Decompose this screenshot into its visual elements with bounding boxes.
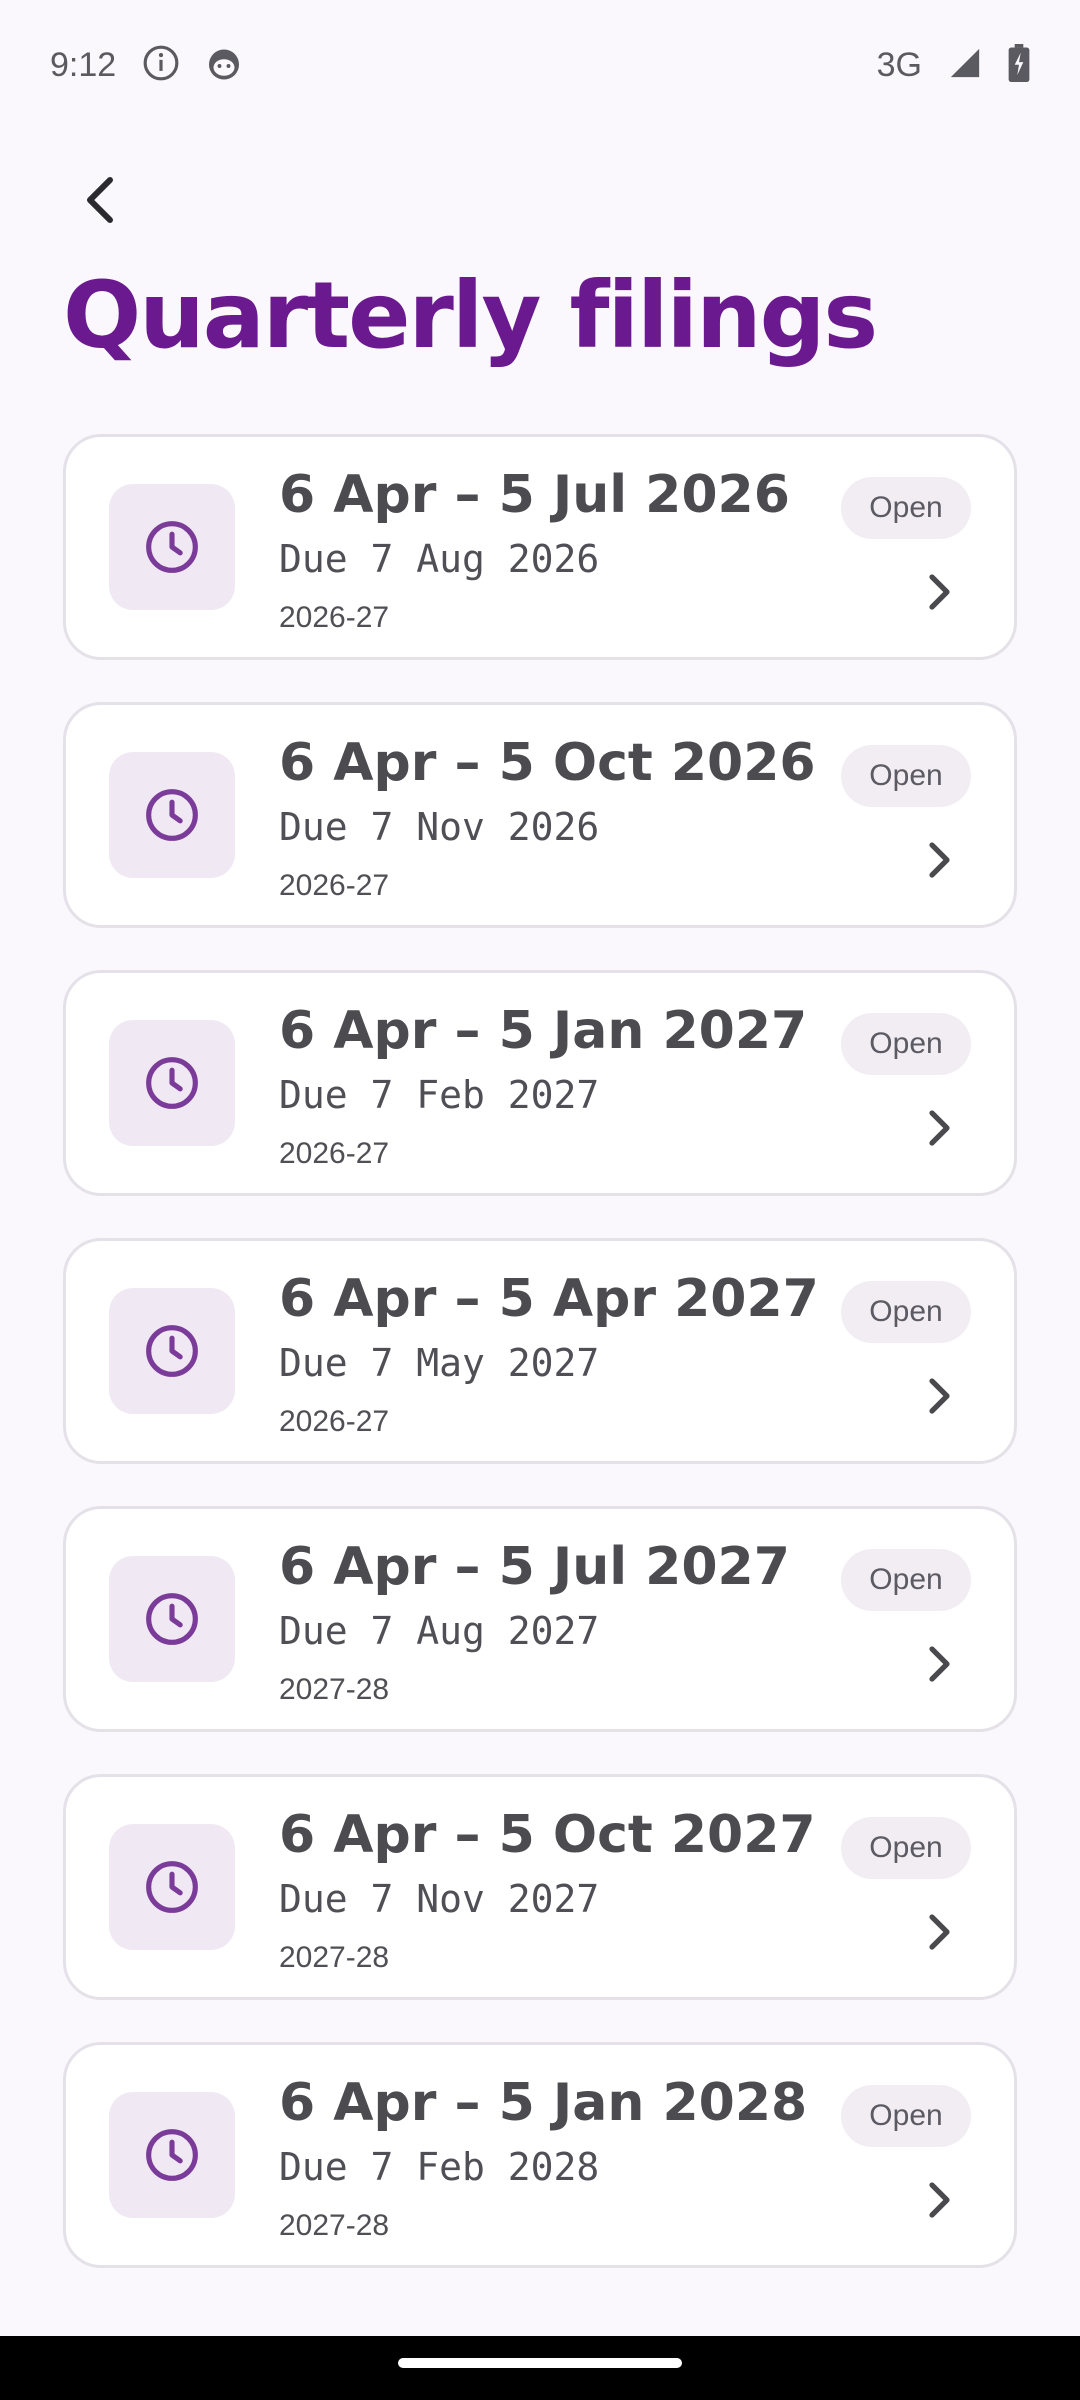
filing-tax-year: 2027-28 bbox=[279, 2209, 390, 2242]
status-time: 9:12 bbox=[50, 45, 117, 84]
back-arrow-icon bbox=[87, 177, 113, 223]
filing-card[interactable]: 6 Apr – 5 Oct 2026 Due 7 Nov 2026 2026-2… bbox=[63, 702, 1017, 928]
filing-due-date: Due 7 Aug 2027 bbox=[279, 1609, 600, 1653]
filing-tax-year: 2026-27 bbox=[279, 1405, 390, 1438]
back-button[interactable] bbox=[60, 160, 140, 240]
clock-icon bbox=[146, 521, 198, 573]
filing-card[interactable]: 6 Apr – 5 Oct 2027 Due 7 Nov 2027 2027-2… bbox=[63, 1774, 1017, 2000]
page-title: Quarterly filings bbox=[63, 262, 878, 369]
status-badge: Open bbox=[841, 1549, 971, 1611]
filing-period: 6 Apr – 5 Jan 2028 bbox=[279, 2073, 808, 2133]
filing-tax-year: 2026-27 bbox=[279, 601, 390, 634]
status-badge: Open bbox=[841, 1817, 971, 1879]
home-indicator[interactable] bbox=[398, 2358, 682, 2368]
filing-period: 6 Apr – 5 Apr 2027 bbox=[279, 1269, 819, 1329]
filing-card[interactable]: 6 Apr – 5 Jul 2026 Due 7 Aug 2026 2026-2… bbox=[63, 434, 1017, 660]
chevron-right-icon[interactable] bbox=[920, 1639, 960, 1689]
chevron-right-icon[interactable] bbox=[920, 2175, 960, 2225]
filing-card[interactable]: 6 Apr – 5 Jan 2028 Due 7 Feb 2028 2027-2… bbox=[63, 2042, 1017, 2268]
filing-due-date: Due 7 Nov 2027 bbox=[279, 1877, 600, 1921]
filing-due-date: Due 7 Feb 2028 bbox=[279, 2145, 600, 2189]
status-badge: Open bbox=[841, 1013, 971, 1075]
status-badge: Open bbox=[841, 477, 971, 539]
chevron-right-icon[interactable] bbox=[920, 1371, 960, 1421]
status-right: 3G bbox=[876, 43, 1030, 87]
filing-due-date: Due 7 Nov 2026 bbox=[279, 805, 600, 849]
clock-icon-tile bbox=[109, 484, 235, 610]
clock-icon-tile bbox=[109, 1824, 235, 1950]
clock-icon-tile bbox=[109, 1556, 235, 1682]
status-badge: Open bbox=[841, 745, 971, 807]
info-icon bbox=[142, 44, 180, 87]
filing-tax-year: 2026-27 bbox=[279, 869, 390, 902]
chevron-right-icon[interactable] bbox=[920, 835, 960, 885]
status-badge: Open bbox=[841, 2085, 971, 2147]
clock-icon bbox=[146, 2129, 198, 2181]
filing-period: 6 Apr – 5 Jul 2027 bbox=[279, 1537, 790, 1597]
clock-icon-tile bbox=[109, 2092, 235, 2218]
network-type: 3G bbox=[876, 45, 922, 84]
clock-icon-tile bbox=[109, 1288, 235, 1414]
filings-list: 6 Apr – 5 Jul 2026 Due 7 Aug 2026 2026-2… bbox=[63, 434, 1017, 2310]
status-bar: 9:12 3G bbox=[0, 0, 1080, 130]
battery-charging-icon bbox=[1008, 43, 1030, 87]
clock-icon bbox=[146, 789, 198, 841]
filing-due-date: Due 7 Feb 2027 bbox=[279, 1073, 600, 1117]
status-badge: Open bbox=[841, 1281, 971, 1343]
signal-icon bbox=[948, 46, 982, 85]
clock-icon-tile bbox=[109, 1020, 235, 1146]
filing-due-date: Due 7 Aug 2026 bbox=[279, 537, 600, 581]
navigation-bar bbox=[0, 2336, 1080, 2400]
status-left: 9:12 bbox=[50, 44, 242, 87]
chevron-right-icon[interactable] bbox=[920, 567, 960, 617]
filing-period: 6 Apr – 5 Oct 2027 bbox=[279, 1805, 816, 1865]
filing-period: 6 Apr – 5 Jul 2026 bbox=[279, 465, 790, 525]
filing-period: 6 Apr – 5 Oct 2026 bbox=[279, 733, 816, 793]
filing-tax-year: 2027-28 bbox=[279, 1673, 390, 1706]
filing-tax-year: 2027-28 bbox=[279, 1941, 390, 1974]
filing-period: 6 Apr – 5 Jan 2027 bbox=[279, 1001, 808, 1061]
chevron-right-icon[interactable] bbox=[920, 1103, 960, 1153]
clock-icon bbox=[146, 1325, 198, 1377]
filing-card[interactable]: 6 Apr – 5 Jan 2027 Due 7 Feb 2027 2026-2… bbox=[63, 970, 1017, 1196]
chevron-right-icon[interactable] bbox=[920, 1907, 960, 1957]
clock-icon bbox=[146, 1861, 198, 1913]
filing-card[interactable]: 6 Apr – 5 Apr 2027 Due 7 May 2027 2026-2… bbox=[63, 1238, 1017, 1464]
filing-due-date: Due 7 May 2027 bbox=[279, 1341, 600, 1385]
clock-icon bbox=[146, 1057, 198, 1109]
clock-icon-tile bbox=[109, 752, 235, 878]
clock-icon bbox=[146, 1593, 198, 1645]
filing-card[interactable]: 6 Apr – 5 Jul 2027 Due 7 Aug 2027 2027-2… bbox=[63, 1506, 1017, 1732]
face-icon bbox=[206, 45, 242, 86]
filing-tax-year: 2026-27 bbox=[279, 1137, 390, 1170]
